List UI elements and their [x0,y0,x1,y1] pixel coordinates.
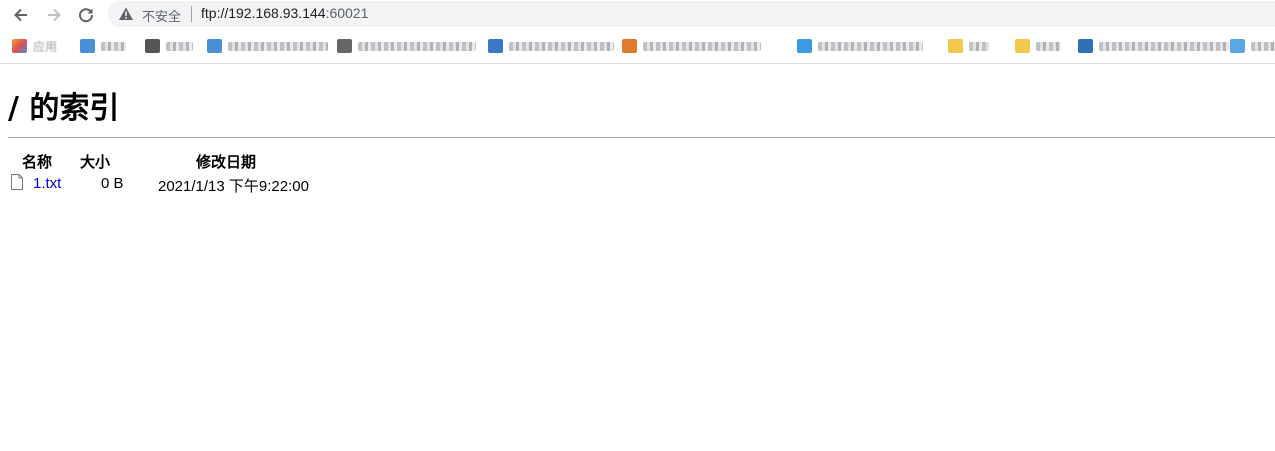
url-host: ftp://192.168.93.144 [201,5,326,21]
bookmark-label: 应用 [33,39,58,54]
warning-icon[interactable] [118,6,134,22]
page-title: / 的索引 [8,91,120,126]
column-header-name[interactable]: 名称 [22,151,52,172]
bookmark-label [1099,41,1229,51]
file-icon [11,174,23,190]
bookmarks-bar: 应用 [0,32,1275,60]
bookmark-label [101,41,126,51]
file-link[interactable]: 1.txt [33,175,61,192]
bookmark-item[interactable] [1078,37,1229,55]
bookmark-icon [337,39,352,53]
bookmark-label [1036,41,1061,51]
bookmark-label [228,41,328,51]
forward-button[interactable] [43,4,65,26]
security-label[interactable]: 不安全 [142,6,181,25]
url-text[interactable]: ftp://192.168.93.144:60021 [201,5,368,21]
bookmark-label [1251,41,1275,51]
bookmark-icon [1230,39,1245,53]
bookmark-item[interactable] [1230,37,1275,55]
bookmark-label [969,41,989,51]
address-bar[interactable]: 不安全 ftp://192.168.93.144:60021 [108,1,1275,27]
bookmark-item[interactable] [948,37,989,55]
column-header-modified[interactable]: 修改日期 [196,151,256,172]
bookmark-icon [622,39,637,53]
browser-toolbar: 不安全 ftp://192.168.93.144:60021 [0,0,1275,30]
bookmark-label [166,41,193,51]
back-button[interactable] [10,4,32,26]
file-size: 0 B [101,175,124,192]
reload-button[interactable] [75,4,97,26]
reload-icon [79,8,94,23]
bookmark-label [818,41,923,51]
bookmark-item[interactable] [622,37,761,55]
arrow-left-icon [14,8,27,22]
bookmark-icon [80,39,95,53]
bookmark-label [358,41,476,51]
folder-icon [948,39,963,53]
bookmark-icon [1078,39,1093,53]
apps-icon [12,39,27,53]
bookmark-icon [145,39,160,53]
column-header-size[interactable]: 大小 [80,151,110,172]
bookmark-item[interactable] [80,37,126,55]
bookmark-icon [797,39,812,53]
bookmark-item[interactable] [207,37,328,55]
bookmark-label [643,41,761,51]
bookmark-item[interactable] [488,37,614,55]
bookmark-label [509,41,614,51]
bookmark-icon [207,39,222,53]
url-port: :60021 [325,5,369,21]
file-modified: 2021/1/13 下午9:22:00 [158,178,309,195]
arrow-right-icon [48,8,61,22]
bookmark-item[interactable] [1015,37,1061,55]
bookmark-item[interactable] [797,37,923,55]
folder-icon [1015,39,1030,53]
bookmark-apps[interactable]: 应用 [12,37,57,55]
bookmark-icon [488,39,503,53]
bookmark-item[interactable] [145,37,193,55]
bookmark-item[interactable] [337,37,476,55]
chrome-divider [0,63,1275,64]
title-rule [8,137,1275,138]
address-divider [191,6,192,22]
